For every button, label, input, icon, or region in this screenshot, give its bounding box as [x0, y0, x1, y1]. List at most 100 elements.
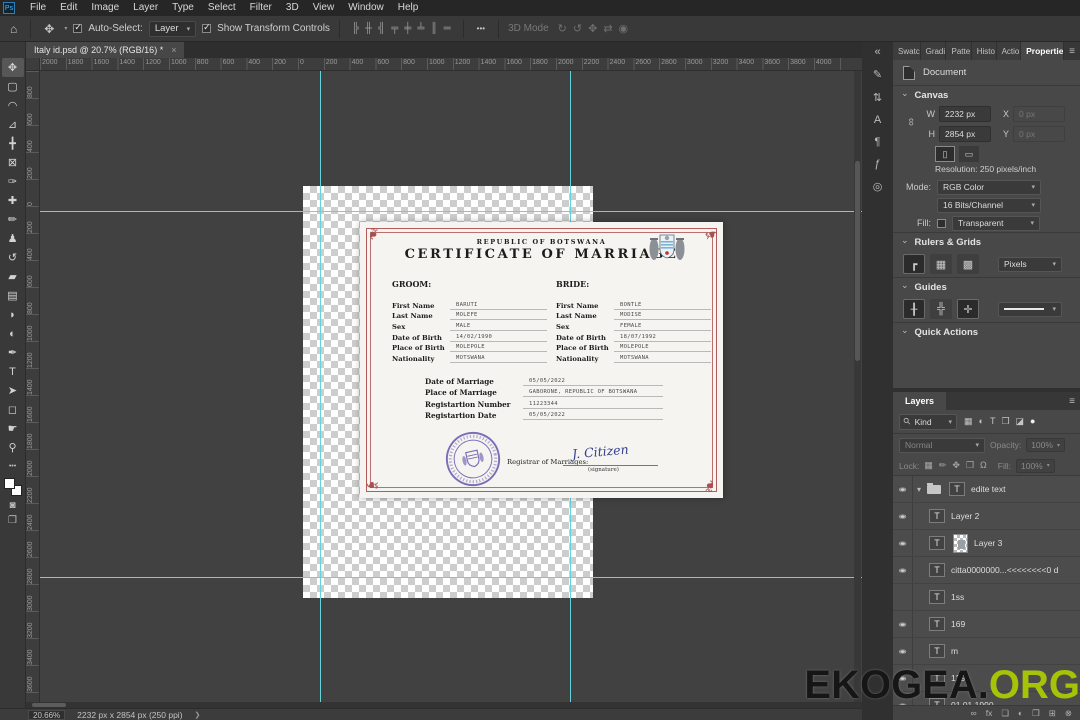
layers-footer-icon[interactable]: ∞ [971, 708, 977, 718]
visibility-eye-icon[interactable] [893, 638, 913, 664]
tool-button[interactable]: ▢ [2, 77, 24, 96]
align-icon[interactable]: ╣ [375, 23, 388, 34]
height-field[interactable]: 2854 px [939, 126, 991, 142]
panel-tab[interactable]: Patte [946, 42, 972, 60]
canvas-section-header[interactable]: Canvas [893, 86, 1080, 104]
canvas-viewport[interactable]: ❧ ❧ ❧ ❧ REPUBLIC OF BOTSWANA CERTIFICATE… [40, 71, 862, 702]
menu-item[interactable]: Type [165, 0, 201, 16]
rulers-grids-toggle[interactable]: ▩ [957, 254, 979, 274]
menu-item[interactable]: Layer [126, 0, 165, 16]
layer-row[interactable]: Layer 2 [893, 503, 1080, 530]
more-options-icon[interactable]: ••• [473, 24, 489, 33]
layers-footer-icon[interactable]: ⊗ [1065, 708, 1072, 719]
visibility-eye-icon[interactable] [893, 665, 913, 691]
lock-icon[interactable]: ✥ [952, 460, 960, 471]
tool-button[interactable]: ↺ [2, 248, 24, 267]
rulers-grids-toggle[interactable]: ▦ [930, 254, 952, 274]
visibility-eye-icon[interactable] [893, 557, 913, 583]
tool-button[interactable]: ◗ [2, 305, 24, 324]
zoom-level-field[interactable]: 20.66% [28, 709, 66, 720]
portrait-orientation-button[interactable]: ▯ [935, 146, 955, 162]
units-dropdown[interactable]: Pixels [998, 256, 1062, 272]
scrollbar-thumb[interactable] [32, 703, 66, 707]
guides-toggle[interactable]: ╂ [903, 299, 925, 319]
tool-button[interactable]: ✥ [1, 58, 24, 77]
menu-item[interactable]: File [23, 0, 53, 16]
layer-filter-icon[interactable]: ◐ [976, 416, 987, 427]
bit-depth-dropdown[interactable]: 16 Bits/Channel [937, 197, 1041, 213]
dock-panel-icon[interactable]: ◎ [873, 180, 883, 193]
width-field[interactable]: 2232 px [939, 106, 991, 122]
visibility-eye-icon[interactable] [893, 611, 913, 637]
layers-footer-icon[interactable]: fx [986, 708, 993, 718]
lock-icon[interactable]: Ω [980, 460, 987, 471]
panel-menu-icon[interactable]: ≡ [1064, 392, 1080, 410]
menu-item[interactable]: View [306, 0, 342, 16]
tool-button[interactable]: ☛ [2, 419, 24, 438]
layer-row[interactable]: 1ss [893, 584, 1080, 611]
auto-select-dropdown[interactable]: Layer [148, 20, 197, 37]
guides-section-header[interactable]: Guides [893, 278, 1080, 296]
layer-filter-icon[interactable]: ◪ [1013, 416, 1028, 427]
layers-tab[interactable]: Layers [893, 392, 947, 410]
guides-toggle[interactable]: ╬ [930, 299, 952, 319]
menu-item[interactable]: Filter [243, 0, 279, 16]
layers-footer-icon[interactable]: ❒ [1032, 708, 1040, 719]
layers-footer-icon[interactable]: ⊞ [1049, 708, 1056, 719]
foreground-background-swatches[interactable] [3, 478, 22, 496]
kind-filter-dropdown[interactable]: Kind [899, 413, 957, 430]
tool-button[interactable]: ◠ [2, 96, 24, 115]
rulers-grids-section-header[interactable]: Rulers & Grids [893, 233, 1080, 251]
tool-button[interactable]: ✏ [2, 210, 24, 229]
scrollbar-thumb[interactable] [855, 161, 860, 361]
tool-button[interactable]: ✒ [2, 343, 24, 362]
panel-tab[interactable]: Gradi [920, 42, 947, 60]
quick-mask-icon[interactable]: ◙ [9, 500, 15, 511]
vertical-ruler[interactable]: 800 600 400 200 0 200 400 600 800 1000 1200 1400 160… [26, 71, 40, 702]
menu-item[interactable]: Edit [53, 0, 84, 16]
lock-icon[interactable]: ❒ [966, 460, 974, 471]
visibility-eye-icon[interactable] [893, 530, 913, 556]
lock-icon[interactable]: ✏ [939, 460, 947, 471]
visibility-eye-icon[interactable] [893, 503, 913, 529]
align-icon[interactable]: ═ [441, 23, 454, 34]
vertical-scrollbar[interactable] [854, 71, 861, 702]
guide-horizontal-2[interactable] [40, 577, 862, 578]
dock-panel-icon[interactable]: ⇅ [873, 91, 882, 104]
layer-row[interactable]: Layer 3 [893, 530, 1080, 557]
layer-row[interactable]: 129 [893, 665, 1080, 692]
tool-button[interactable]: ╋ [2, 134, 24, 153]
dock-panel-icon[interactable]: ƒ [874, 158, 880, 170]
show-transform-checkbox[interactable] [202, 22, 212, 33]
rulers-grids-toggle[interactable]: ┏ [903, 254, 925, 274]
tool-button[interactable]: ♟ [2, 229, 24, 248]
ruler-corner[interactable] [26, 58, 40, 71]
horizontal-ruler[interactable]: 2000 1800 1600 1400 1200 1000 800 600 400 200 0 200… [40, 58, 862, 71]
layer-filter-icon[interactable]: ▦ [961, 416, 976, 427]
align-icon[interactable]: ╤ [388, 23, 401, 34]
align-icon[interactable]: ╪ [401, 23, 414, 34]
close-icon[interactable]: × [171, 45, 176, 55]
menu-item[interactable]: Select [201, 0, 243, 16]
fill-dropdown[interactable]: Transparent [952, 215, 1040, 231]
status-chevron-icon[interactable]: ❯ [195, 711, 201, 719]
tool-button[interactable]: T [2, 362, 24, 381]
menu-item[interactable]: Help [391, 0, 426, 16]
tool-button[interactable]: ⚲ [2, 438, 24, 457]
layer-filter-icon[interactable]: ● [1027, 416, 1038, 427]
dock-panel-icon[interactable]: A [874, 114, 881, 126]
tool-button[interactable]: ➤ [2, 381, 24, 400]
tool-button[interactable]: ▰ [2, 267, 24, 286]
menu-item[interactable]: 3D [279, 0, 306, 16]
guide-vertical-1[interactable] [320, 71, 321, 702]
align-icon[interactable]: ╫ [362, 23, 375, 34]
guide-horizontal-1[interactable] [40, 211, 862, 212]
color-mode-dropdown[interactable]: RGB Color [937, 179, 1041, 195]
guides-toggle[interactable]: ✛ [957, 299, 979, 319]
visibility-eye-icon[interactable] [893, 476, 913, 502]
visibility-eye-icon[interactable] [893, 584, 913, 610]
tool-button[interactable]: ✚ [2, 191, 24, 210]
tool-button[interactable]: ✑ [2, 172, 24, 191]
tool-button[interactable]: ◐ [2, 324, 24, 343]
auto-select-checkbox[interactable] [73, 22, 83, 33]
